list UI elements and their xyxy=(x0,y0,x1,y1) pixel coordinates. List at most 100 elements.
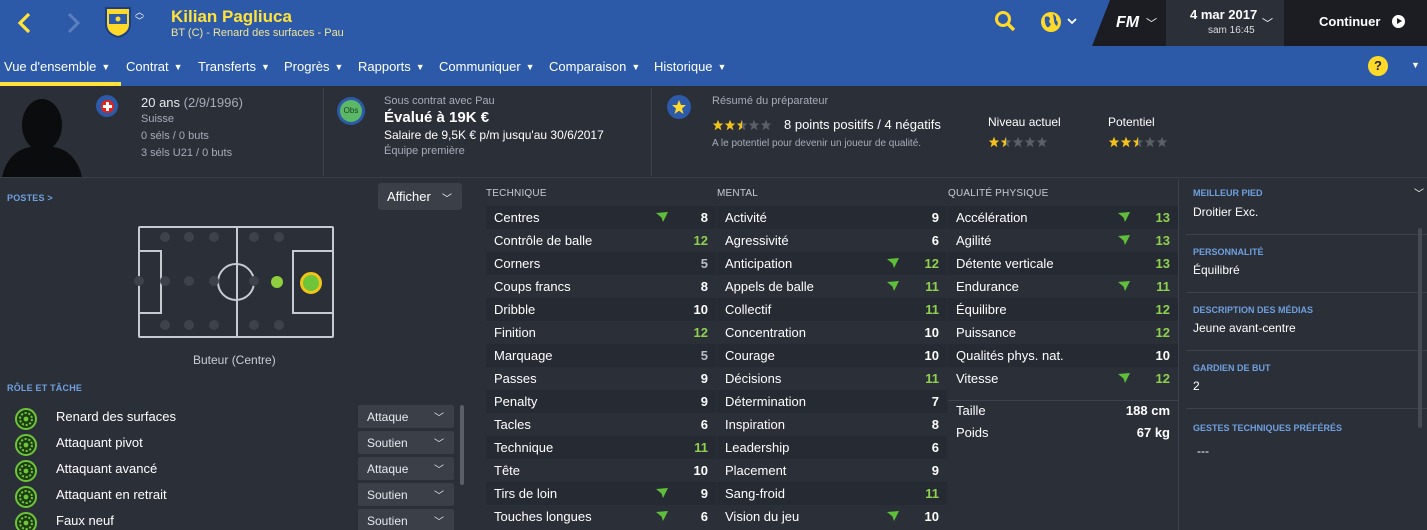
attribute-row[interactable]: Agilité 13 xyxy=(948,229,1178,252)
tab-overview[interactable]: Vue d'ensemble ▼ xyxy=(4,59,110,74)
observation-badge[interactable]: Obs xyxy=(337,97,365,125)
attribute-name: Technique xyxy=(494,440,554,455)
coach-star-icon xyxy=(667,95,691,119)
tab-progress[interactable]: Progrès ▼ xyxy=(284,59,343,74)
fm-logo[interactable]: FM xyxy=(1116,14,1139,32)
attribute-row[interactable]: Activité 9 xyxy=(717,206,947,229)
player-age-line: 20 ans (2/9/1996) xyxy=(141,95,243,110)
back-arrow-icon[interactable] xyxy=(10,8,40,38)
tab-label: Contrat xyxy=(126,59,169,74)
attribute-value: 12 xyxy=(1155,302,1170,317)
attribute-row[interactable]: Vision du jeu 10 xyxy=(717,505,947,528)
date-chevron-icon[interactable]: ﹀ xyxy=(1262,15,1273,31)
attribute-row[interactable]: Équilibre 12 xyxy=(948,298,1178,321)
attribute-row[interactable]: Collectif 11 xyxy=(717,298,947,321)
fm-menu-chevron-icon[interactable]: ﹀ xyxy=(1146,15,1157,31)
continue-button[interactable]: Continuer xyxy=(1319,14,1406,29)
attribute-row[interactable]: Dribble 10 xyxy=(486,298,716,321)
club-crest-icon[interactable] xyxy=(104,6,132,43)
role-row[interactable]: Renard des surfaces Attaque ﹀ xyxy=(0,404,460,430)
attribute-row[interactable]: Appels de balle 11 xyxy=(717,275,947,298)
tab-history[interactable]: Historique ▼ xyxy=(654,59,726,74)
current-date: 4 mar 2017 xyxy=(1190,7,1258,22)
club-switcher-chevron-icon[interactable]: ︿ ﹀ xyxy=(135,8,144,26)
search-icon[interactable] xyxy=(994,10,1016,37)
details-scrollbar[interactable] xyxy=(1418,228,1422,428)
attribute-row[interactable]: Tacles 6 xyxy=(486,413,716,436)
attribute-row[interactable]: Concentration 10 xyxy=(717,321,947,344)
attribute-row[interactable]: Penalty 9 xyxy=(486,390,716,413)
attribute-row[interactable]: Leadership 6 xyxy=(717,436,947,459)
attribute-row[interactable]: Coups francs 8 xyxy=(486,275,716,298)
attribute-row[interactable]: Courage 10 xyxy=(717,344,947,367)
help-icon[interactable]: ? xyxy=(1368,56,1388,76)
attribute-row[interactable]: Contrôle de balle 12 xyxy=(486,229,716,252)
attribute-row[interactable]: Agressivité 6 xyxy=(717,229,947,252)
attribute-row[interactable]: Placement 9 xyxy=(717,459,947,482)
attribute-row[interactable]: Passes 9 xyxy=(486,367,716,390)
player-subtitle[interactable]: BT (C) - Renard des surfaces - Pau xyxy=(171,27,344,39)
duty-dropdown[interactable]: Attaque ﹀ xyxy=(358,405,454,428)
chevron-down-icon: ﹀ xyxy=(434,439,444,450)
coach-note: A le potentiel pour devenir un joueur de… xyxy=(712,138,922,149)
duty-dropdown[interactable]: Attaque ﹀ xyxy=(358,457,454,480)
chevron-down-icon: ▼ xyxy=(261,62,270,72)
role-row[interactable]: Attaquant en retrait Soutien ﹀ xyxy=(0,482,460,508)
role-row[interactable]: Attaquant avancé Attaque ﹀ xyxy=(0,456,460,482)
attribute-row[interactable]: Anticipation 12 xyxy=(717,252,947,275)
attribute-name: Puissance xyxy=(956,325,1016,340)
roles-scrollbar[interactable] xyxy=(460,405,464,485)
attribute-value: 9 xyxy=(700,371,708,386)
chevron-down-icon: ﹀ xyxy=(434,465,444,476)
attribute-row[interactable]: Technique 11 xyxy=(486,436,716,459)
duty-label: Attaque xyxy=(367,462,409,476)
details-chevron-icon[interactable]: ﹀ xyxy=(1414,185,1424,200)
globe-icon[interactable] xyxy=(1040,10,1078,39)
attribute-row[interactable]: Tête 10 xyxy=(486,459,716,482)
attribute-row[interactable]: Vitesse 12 xyxy=(948,367,1178,390)
role-row[interactable]: Faux neuf Soutien ﹀ xyxy=(0,508,460,530)
position-dot xyxy=(249,320,259,330)
potential-ability-stars xyxy=(1108,135,1168,153)
attribute-row[interactable]: Détente verticale 13 xyxy=(948,252,1178,275)
attribute-row[interactable]: Finition 12 xyxy=(486,321,716,344)
attribute-row[interactable]: Corners 5 xyxy=(486,252,716,275)
nav-more-chevron-icon[interactable]: ▼ xyxy=(1411,60,1420,70)
height-value: 188 cm xyxy=(1125,403,1170,418)
tab-communicate[interactable]: Communiquer ▼ xyxy=(439,59,535,74)
tab-label: Comparaison xyxy=(549,59,627,74)
attribute-row[interactable]: Touches longues 6 xyxy=(486,505,716,528)
nationality-flag-icon[interactable] xyxy=(96,95,118,117)
star-rating xyxy=(1108,135,1168,152)
attribute-row[interactable]: Qualités phys. nat. 10 xyxy=(948,344,1178,367)
forward-arrow-icon[interactable] xyxy=(58,8,88,38)
duty-dropdown[interactable]: Soutien ﹀ xyxy=(358,509,454,530)
attribute-row[interactable]: Tirs de loin 9 xyxy=(486,482,716,505)
attribute-name: Tête xyxy=(494,463,521,478)
attribute-row[interactable]: Inspiration 8 xyxy=(717,413,947,436)
tab-comparison[interactable]: Comparaison ▼ xyxy=(549,59,640,74)
current-ability-label: Niveau actuel xyxy=(988,115,1061,129)
attribute-row[interactable]: Centres 8 xyxy=(486,206,716,229)
weight-label: Poids xyxy=(956,425,989,440)
tab-transfers[interactable]: Transferts ▼ xyxy=(198,59,270,74)
duty-dropdown[interactable]: Soutien ﹀ xyxy=(358,483,454,506)
attribute-row[interactable]: Sang-froid 11 xyxy=(717,482,947,505)
duty-dropdown[interactable]: Soutien ﹀ xyxy=(358,431,454,454)
attribute-row[interactable]: Détermination 7 xyxy=(717,390,947,413)
attribute-row[interactable]: Puissance 12 xyxy=(948,321,1178,344)
attribute-value: 11 xyxy=(925,486,939,501)
attribute-row[interactable]: Marquage 5 xyxy=(486,344,716,367)
attribute-row[interactable]: Endurance 11 xyxy=(948,275,1178,298)
role-name: Attaquant en retrait xyxy=(56,487,167,502)
positions-link[interactable]: POSTES > xyxy=(7,193,53,203)
attribute-row[interactable]: Décisions 11 xyxy=(717,367,947,390)
attribute-row[interactable]: Accélération 13 xyxy=(948,206,1178,229)
role-suitability-icon xyxy=(15,408,37,430)
role-row[interactable]: Attaquant pivot Soutien ﹀ xyxy=(0,430,460,456)
tab-contract[interactable]: Contrat ▼ xyxy=(126,59,183,74)
show-dropdown[interactable]: Afficher ﹀ xyxy=(378,183,462,210)
attribute-name: Tacles xyxy=(494,417,531,432)
tab-reports[interactable]: Rapports ▼ xyxy=(358,59,425,74)
current-ability-stars xyxy=(988,135,1048,153)
